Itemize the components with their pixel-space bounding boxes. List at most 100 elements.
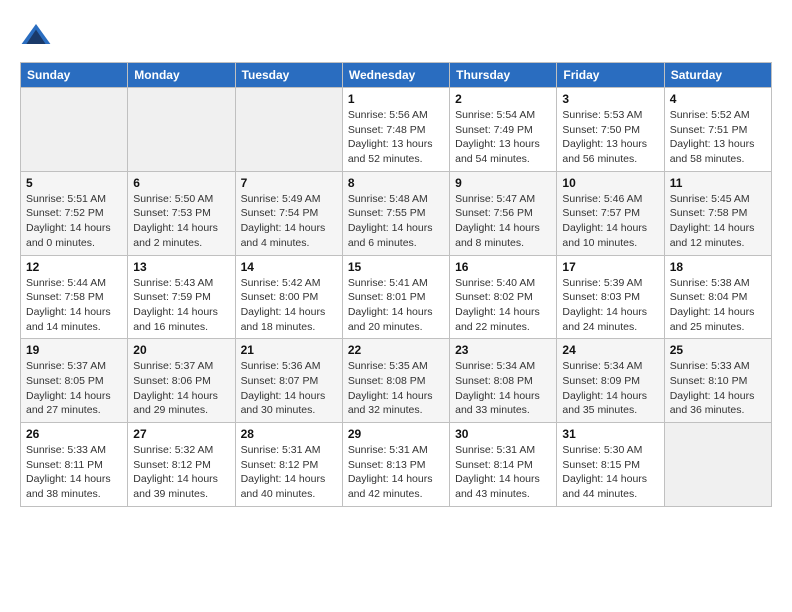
day-info: Sunrise: 5:42 AM Sunset: 8:00 PM Dayligh… bbox=[241, 276, 337, 335]
day-number: 19 bbox=[26, 343, 122, 357]
day-number: 30 bbox=[455, 427, 551, 441]
day-number: 20 bbox=[133, 343, 229, 357]
day-header-saturday: Saturday bbox=[664, 63, 771, 88]
calendar-cell: 4 Sunrise: 5:52 AM Sunset: 7:51 PM Daylig… bbox=[664, 88, 771, 172]
day-number: 27 bbox=[133, 427, 229, 441]
day-number: 6 bbox=[133, 176, 229, 190]
calendar-cell: 15 Sunrise: 5:41 AM Sunset: 8:01 PM Dayli… bbox=[342, 255, 449, 339]
day-number: 15 bbox=[348, 260, 444, 274]
calendar-cell: 14Sunrise: 5:42 AM Sunset: 8:00 PM Dayli… bbox=[235, 255, 342, 339]
calendar-cell: 9 Sunrise: 5:47 AM Sunset: 7:56 PM Daylig… bbox=[450, 171, 557, 255]
day-info: Sunrise: 5:47 AM Sunset: 7:56 PM Dayligh… bbox=[455, 192, 551, 251]
day-number: 25 bbox=[670, 343, 766, 357]
calendar-cell: 16 Sunrise: 5:40 AM Sunset: 8:02 PM Dayli… bbox=[450, 255, 557, 339]
day-number: 11 bbox=[670, 176, 766, 190]
calendar-cell: 11 Sunrise: 5:45 AM Sunset: 7:58 PM Dayli… bbox=[664, 171, 771, 255]
day-header-friday: Friday bbox=[557, 63, 664, 88]
day-number: 31 bbox=[562, 427, 658, 441]
day-number: 23 bbox=[455, 343, 551, 357]
calendar-cell: 20 Sunrise: 5:37 AM Sunset: 8:06 PM Dayli… bbox=[128, 339, 235, 423]
day-info: Sunrise: 5:30 AM Sunset: 8:15 PM Dayligh… bbox=[562, 443, 658, 502]
logo-icon bbox=[20, 20, 52, 52]
day-info: Sunrise: 5:33 AM Sunset: 8:10 PM Dayligh… bbox=[670, 359, 766, 418]
day-info: Sunrise: 5:34 AM Sunset: 8:08 PM Dayligh… bbox=[455, 359, 551, 418]
day-info: Sunrise: 5:48 AM Sunset: 7:55 PM Dayligh… bbox=[348, 192, 444, 251]
calendar-week-row: 19 Sunrise: 5:37 AM Sunset: 8:05 PM Dayli… bbox=[21, 339, 772, 423]
calendar-cell: 28 Sunrise: 5:31 AM Sunset: 8:12 PM Dayli… bbox=[235, 423, 342, 507]
day-info: Sunrise: 5:32 AM Sunset: 8:12 PM Dayligh… bbox=[133, 443, 229, 502]
calendar-cell: 23 Sunrise: 5:34 AM Sunset: 8:08 PM Dayli… bbox=[450, 339, 557, 423]
day-info: Sunrise: 5:37 AM Sunset: 8:06 PM Dayligh… bbox=[133, 359, 229, 418]
day-info: Sunrise: 5:34 AM Sunset: 8:09 PM Dayligh… bbox=[562, 359, 658, 418]
day-number: 16 bbox=[455, 260, 551, 274]
day-number: 12 bbox=[26, 260, 122, 274]
day-info: Sunrise: 5:36 AM Sunset: 8:07 PM Dayligh… bbox=[241, 359, 337, 418]
day-number: 22 bbox=[348, 343, 444, 357]
calendar-cell: 31 Sunrise: 5:30 AM Sunset: 8:15 PM Dayli… bbox=[557, 423, 664, 507]
calendar-week-row: 5Sunrise: 5:51 AM Sunset: 7:52 PM Daylig… bbox=[21, 171, 772, 255]
day-info: Sunrise: 5:40 AM Sunset: 8:02 PM Dayligh… bbox=[455, 276, 551, 335]
calendar-cell: 25 Sunrise: 5:33 AM Sunset: 8:10 PM Dayli… bbox=[664, 339, 771, 423]
day-info: Sunrise: 5:31 AM Sunset: 8:14 PM Dayligh… bbox=[455, 443, 551, 502]
calendar-cell: 12 Sunrise: 5:44 AM Sunset: 7:58 PM Dayli… bbox=[21, 255, 128, 339]
calendar-week-row: 26Sunrise: 5:33 AM Sunset: 8:11 PM Dayli… bbox=[21, 423, 772, 507]
calendar-cell: 26Sunrise: 5:33 AM Sunset: 8:11 PM Dayli… bbox=[21, 423, 128, 507]
day-info: Sunrise: 5:44 AM Sunset: 7:58 PM Dayligh… bbox=[26, 276, 122, 335]
day-info: Sunrise: 5:49 AM Sunset: 7:54 PM Dayligh… bbox=[241, 192, 337, 251]
calendar-cell: 24 Sunrise: 5:34 AM Sunset: 8:09 PM Dayli… bbox=[557, 339, 664, 423]
day-number: 4 bbox=[670, 92, 766, 106]
day-info: Sunrise: 5:53 AM Sunset: 7:50 PM Dayligh… bbox=[562, 108, 658, 167]
day-number: 21 bbox=[241, 343, 337, 357]
calendar-cell: 27 Sunrise: 5:32 AM Sunset: 8:12 PM Dayli… bbox=[128, 423, 235, 507]
day-info: Sunrise: 5:39 AM Sunset: 8:03 PM Dayligh… bbox=[562, 276, 658, 335]
day-info: Sunrise: 5:45 AM Sunset: 7:58 PM Dayligh… bbox=[670, 192, 766, 251]
day-number: 1 bbox=[348, 92, 444, 106]
calendar-cell bbox=[128, 88, 235, 172]
day-number: 7 bbox=[241, 176, 337, 190]
day-info: Sunrise: 5:41 AM Sunset: 8:01 PM Dayligh… bbox=[348, 276, 444, 335]
calendar-cell: 2Sunrise: 5:54 AM Sunset: 7:49 PM Daylig… bbox=[450, 88, 557, 172]
page-header bbox=[20, 20, 772, 52]
day-info: Sunrise: 5:56 AM Sunset: 7:48 PM Dayligh… bbox=[348, 108, 444, 167]
calendar-cell: 6 Sunrise: 5:50 AM Sunset: 7:53 PM Daylig… bbox=[128, 171, 235, 255]
day-number: 24 bbox=[562, 343, 658, 357]
calendar-cell: 13Sunrise: 5:43 AM Sunset: 7:59 PM Dayli… bbox=[128, 255, 235, 339]
calendar-cell: 19 Sunrise: 5:37 AM Sunset: 8:05 PM Dayli… bbox=[21, 339, 128, 423]
day-header-thursday: Thursday bbox=[450, 63, 557, 88]
day-number: 9 bbox=[455, 176, 551, 190]
calendar-cell: 10Sunrise: 5:46 AM Sunset: 7:57 PM Dayli… bbox=[557, 171, 664, 255]
day-info: Sunrise: 5:52 AM Sunset: 7:51 PM Dayligh… bbox=[670, 108, 766, 167]
day-number: 5 bbox=[26, 176, 122, 190]
calendar-cell bbox=[235, 88, 342, 172]
day-info: Sunrise: 5:31 AM Sunset: 8:12 PM Dayligh… bbox=[241, 443, 337, 502]
day-info: Sunrise: 5:33 AM Sunset: 8:11 PM Dayligh… bbox=[26, 443, 122, 502]
day-header-monday: Monday bbox=[128, 63, 235, 88]
calendar-header-row: SundayMondayTuesdayWednesdayThursdayFrid… bbox=[21, 63, 772, 88]
day-header-wednesday: Wednesday bbox=[342, 63, 449, 88]
calendar-cell: 30 Sunrise: 5:31 AM Sunset: 8:14 PM Dayli… bbox=[450, 423, 557, 507]
calendar-cell: 7 Sunrise: 5:49 AM Sunset: 7:54 PM Daylig… bbox=[235, 171, 342, 255]
day-info: Sunrise: 5:31 AM Sunset: 8:13 PM Dayligh… bbox=[348, 443, 444, 502]
calendar-cell: 8 Sunrise: 5:48 AM Sunset: 7:55 PM Daylig… bbox=[342, 171, 449, 255]
day-info: Sunrise: 5:37 AM Sunset: 8:05 PM Dayligh… bbox=[26, 359, 122, 418]
day-number: 13 bbox=[133, 260, 229, 274]
day-number: 8 bbox=[348, 176, 444, 190]
day-header-sunday: Sunday bbox=[21, 63, 128, 88]
calendar-cell bbox=[21, 88, 128, 172]
calendar-cell: 22Sunrise: 5:35 AM Sunset: 8:08 PM Dayli… bbox=[342, 339, 449, 423]
calendar-cell bbox=[664, 423, 771, 507]
calendar-cell: 18Sunrise: 5:38 AM Sunset: 8:04 PM Dayli… bbox=[664, 255, 771, 339]
day-number: 28 bbox=[241, 427, 337, 441]
calendar-week-row: 12 Sunrise: 5:44 AM Sunset: 7:58 PM Dayli… bbox=[21, 255, 772, 339]
day-info: Sunrise: 5:50 AM Sunset: 7:53 PM Dayligh… bbox=[133, 192, 229, 251]
calendar-cell: 17 Sunrise: 5:39 AM Sunset: 8:03 PM Dayli… bbox=[557, 255, 664, 339]
calendar-cell: 21 Sunrise: 5:36 AM Sunset: 8:07 PM Dayli… bbox=[235, 339, 342, 423]
day-info: Sunrise: 5:46 AM Sunset: 7:57 PM Dayligh… bbox=[562, 192, 658, 251]
day-header-tuesday: Tuesday bbox=[235, 63, 342, 88]
day-number: 29 bbox=[348, 427, 444, 441]
day-number: 18 bbox=[670, 260, 766, 274]
day-number: 2 bbox=[455, 92, 551, 106]
calendar-cell: 3Sunrise: 5:53 AM Sunset: 7:50 PM Daylig… bbox=[557, 88, 664, 172]
day-number: 17 bbox=[562, 260, 658, 274]
calendar-week-row: 1 Sunrise: 5:56 AM Sunset: 7:48 PM Daylig… bbox=[21, 88, 772, 172]
